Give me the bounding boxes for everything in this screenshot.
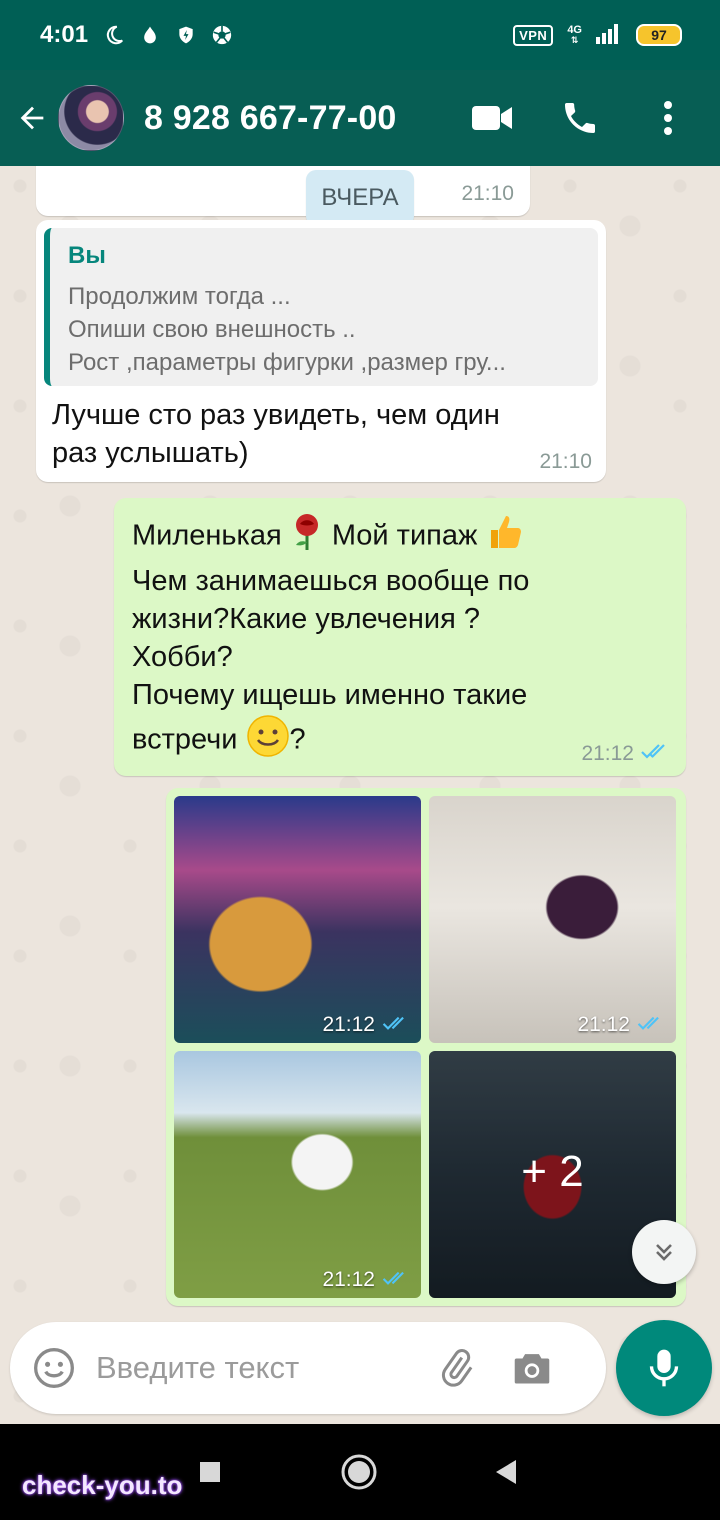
shield-icon — [174, 23, 198, 47]
message-text: Лучше сто раз увидеть, чем один раз услы… — [52, 399, 500, 469]
phone-call-icon[interactable] — [556, 94, 604, 142]
voice-message-button[interactable] — [616, 1320, 712, 1416]
chat-area[interactable]: 21:10 ВЧЕРА Вы Продолжим тогда ... Опиши… — [0, 166, 720, 1424]
rose-emoji-icon — [290, 512, 324, 562]
photo-time: 21:12 — [322, 1268, 375, 1291]
photo-meta: 21:12 — [577, 1013, 666, 1037]
message-time: 21:10 — [539, 450, 592, 473]
network-indicator: 4G ⇅ — [567, 24, 582, 46]
status-bar: 4:01 VPN 4G ⇅ 97 — [0, 0, 720, 70]
message-text-part: встречи — [132, 723, 238, 756]
battery-indicator: 97 — [636, 24, 682, 46]
message-text-part: ? — [289, 723, 306, 756]
album-photo[interactable]: 21:12 — [429, 796, 676, 1043]
message-text-part: Мой типаж — [331, 519, 478, 552]
message-time: 21:10 — [461, 182, 514, 205]
thumbs-up-emoji-icon — [485, 512, 525, 562]
quote-line: Рост ,параметры фигурки ,размер гру... — [68, 349, 506, 376]
header-actions — [468, 94, 692, 142]
smile-emoji-icon — [246, 714, 290, 768]
camera-icon[interactable] — [508, 1344, 556, 1392]
moon-icon — [102, 23, 126, 47]
vpn-badge: VPN — [513, 24, 554, 46]
message-bubble-outgoing[interactable]: Миленькая Мой типаж Чем занимаешься вооб… — [114, 498, 686, 776]
attach-icon[interactable] — [432, 1344, 480, 1392]
photo-meta: 21:12 — [322, 1013, 411, 1037]
photo-album-bubble[interactable]: 21:12 21:12 21:12 + 2 — [166, 788, 686, 1306]
album-photo[interactable]: 21:12 — [174, 1051, 421, 1298]
contact-name[interactable]: 8 928 667-77-00 — [144, 99, 397, 138]
message-line: Чем занимаешься вообще по — [132, 565, 530, 597]
home-circle-icon[interactable] — [335, 1448, 383, 1496]
photo-time: 21:12 — [322, 1013, 375, 1036]
album-photo[interactable]: 21:12 — [174, 796, 421, 1043]
microphone-icon — [649, 1349, 679, 1387]
read-ticks-icon — [640, 742, 672, 766]
chat-header: 8 928 667-77-00 — [0, 70, 720, 166]
quote-line: Опиши свою внешность .. — [68, 316, 356, 343]
more-photos-count: + 2 — [521, 1147, 584, 1196]
drop-icon — [138, 23, 162, 47]
message-time: 21:12 — [581, 742, 634, 765]
aperture-icon — [210, 23, 234, 47]
read-ticks-icon — [381, 1268, 411, 1292]
message-composer — [10, 1322, 606, 1414]
quote-line: Продолжим тогда ... — [68, 283, 291, 310]
message-line: Хобби? — [132, 641, 233, 673]
back-triangle-icon[interactable] — [482, 1448, 530, 1496]
read-ticks-icon — [636, 1013, 666, 1037]
watermark: check-you.to — [22, 1470, 183, 1500]
emoji-icon[interactable] — [30, 1344, 78, 1392]
message-bubble-partial[interactable]: 21:10 — [36, 166, 530, 216]
photo-time: 21:12 — [577, 1013, 630, 1036]
status-time: 4:01 — [40, 21, 89, 48]
read-ticks-icon — [381, 1013, 411, 1037]
signal-icon — [596, 22, 622, 49]
video-call-icon[interactable] — [468, 94, 516, 142]
photo-meta: 21:12 — [322, 1268, 411, 1292]
back-arrow-icon[interactable] — [12, 98, 52, 138]
scroll-to-bottom-button[interactable] — [632, 1220, 696, 1284]
double-chevron-down-icon — [656, 1244, 672, 1261]
message-line: жизни?Какие увлечения ? — [132, 603, 480, 635]
message-meta: 21:12 — [581, 742, 672, 766]
status-icons — [102, 23, 234, 47]
message-bubble-reply[interactable]: Вы Продолжим тогда ... Опиши свою внешно… — [36, 220, 606, 482]
message-line: Миленькая Мой типаж — [132, 512, 668, 562]
status-right: VPN 4G ⇅ 97 — [513, 22, 682, 49]
contact-avatar[interactable] — [58, 85, 124, 151]
quote-author: Вы — [68, 242, 106, 269]
quoted-message[interactable]: Вы Продолжим тогда ... Опиши свою внешно… — [44, 228, 598, 386]
message-line: Почему ищешь именно такие — [132, 679, 528, 711]
more-vert-icon[interactable] — [644, 94, 692, 142]
recents-square-icon[interactable] — [186, 1448, 234, 1496]
date-divider: ВЧЕРА — [306, 170, 414, 226]
message-input[interactable] — [96, 1350, 416, 1386]
message-text-part: Миленькая — [132, 519, 282, 552]
